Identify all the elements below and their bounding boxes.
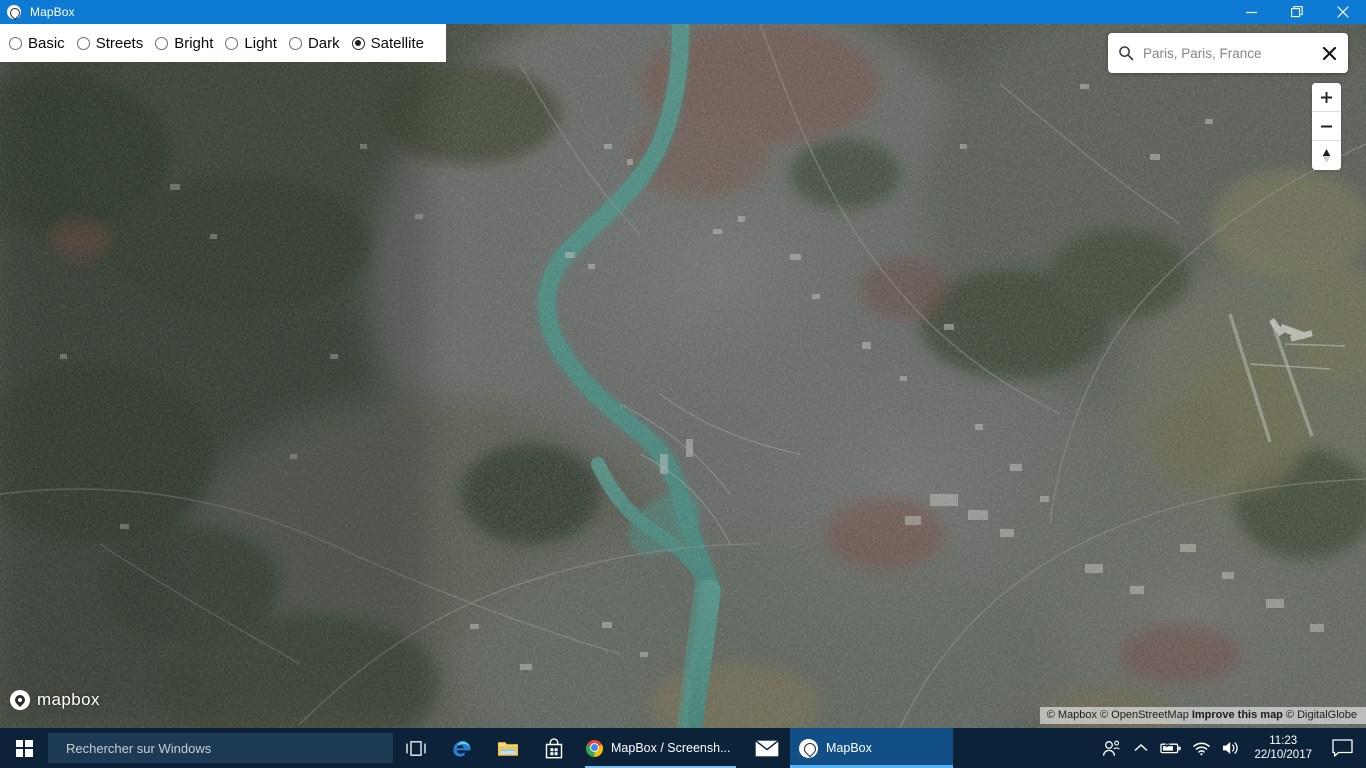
compass-reset-bearing-button[interactable] <box>1312 141 1341 170</box>
style-option-bright[interactable]: Bright <box>155 35 213 52</box>
map-canvas[interactable]: mapbox © Mapbox © OpenStreetMap Improve th… <box>0 24 1366 728</box>
windows-logo-icon <box>15 739 33 757</box>
task-view-button[interactable] <box>393 728 439 768</box>
taskbar-mapbox-label: MapBox <box>826 741 872 755</box>
volume-icon[interactable] <box>1216 728 1246 768</box>
window-titlebar: MapBox <box>0 0 1366 24</box>
close-button[interactable] <box>1320 0 1366 24</box>
mapbox-app-icon <box>799 738 818 758</box>
start-button[interactable] <box>0 728 48 768</box>
radio-satellite[interactable] <box>351 36 365 50</box>
minus-icon <box>1321 125 1332 127</box>
chevron-up-icon <box>1134 744 1148 752</box>
microsoft-edge-button[interactable] <box>439 728 485 768</box>
file-explorer-button[interactable] <box>485 728 531 768</box>
attribution-mapbox[interactable]: © Mapbox <box>1047 709 1097 721</box>
style-label-dark: Dark <box>307 34 340 52</box>
microsoft-store-button[interactable] <box>531 728 577 768</box>
style-option-dark[interactable]: Dark <box>288 34 340 52</box>
attribution-provider[interactable]: © DigitalGlobe <box>1286 709 1357 721</box>
radio-bright[interactable] <box>155 36 169 50</box>
zoom-in-button[interactable] <box>1312 83 1341 112</box>
clock-date: 22/10/2017 <box>1254 749 1312 761</box>
task-view-icon <box>406 740 426 756</box>
style-label-light: Light <box>244 34 277 52</box>
search-icon <box>1119 46 1134 61</box>
windows-taskbar: Rechercher sur Windows MapBox / Screensh… <box>0 728 1366 768</box>
windows-search-box[interactable]: Rechercher sur Windows <box>48 733 393 763</box>
style-option-satellite[interactable]: Satellite <box>351 34 424 52</box>
style-label-satellite: Satellite <box>370 34 424 52</box>
zoom-out-button[interactable] <box>1312 112 1341 141</box>
geocoder-search-box[interactable] <box>1108 33 1348 73</box>
windows-search-placeholder: Rechercher sur Windows <box>66 740 212 756</box>
mail-icon <box>755 739 779 756</box>
map-navigation-control <box>1312 83 1341 170</box>
mail-button[interactable] <box>744 728 790 768</box>
attribution-bar: © Mapbox © OpenStreetMap Improve this map ©… <box>1039 707 1366 724</box>
edge-icon <box>453 741 471 757</box>
taskbar-chrome-label: MapBox / Screensh... <box>611 741 731 755</box>
satellite-imagery <box>0 24 1366 728</box>
clear-search-icon[interactable] <box>1320 44 1338 62</box>
radio-dark[interactable] <box>288 36 302 50</box>
folder-icon <box>498 741 518 756</box>
notification-icon <box>1331 739 1353 757</box>
clock-time: 11:23 <box>1269 735 1298 747</box>
battery-icon[interactable] <box>1156 728 1186 768</box>
radio-basic[interactable] <box>9 36 22 50</box>
plus-icon <box>1321 91 1332 103</box>
radio-light[interactable] <box>225 36 239 50</box>
radio-streets[interactable] <box>76 36 90 50</box>
style-label-basic: Basic <box>28 34 65 52</box>
people-icon[interactable] <box>1096 728 1126 768</box>
style-option-basic[interactable]: Basic <box>9 35 65 52</box>
style-option-streets[interactable]: Streets <box>76 34 144 52</box>
mapbox-logo[interactable]: mapbox <box>10 690 100 710</box>
minimize-button[interactable] <box>1228 0 1274 24</box>
desktop: MapBox mapbox © Mapbox © OpenStreetMap I… <box>0 0 1366 768</box>
mapbox-pin-icon <box>7 5 21 19</box>
maximize-restore-button[interactable] <box>1274 0 1320 24</box>
store-bag-icon <box>545 737 563 758</box>
attribution-osm[interactable]: © OpenStreetMap <box>1100 709 1189 721</box>
show-hidden-icons-button[interactable] <box>1126 728 1156 768</box>
mapbox-wordmark: mapbox <box>37 690 100 709</box>
window-controls <box>1228 0 1366 24</box>
style-switcher: Basic Streets Bright Light Dark Satellit… <box>0 24 446 62</box>
action-center-button[interactable] <box>1324 728 1360 768</box>
compass-icon <box>1322 148 1331 163</box>
taskbar-item-mapbox[interactable]: MapBox <box>790 728 953 768</box>
wifi-icon[interactable] <box>1186 728 1216 768</box>
chrome-icon <box>586 739 603 757</box>
style-label-bright: Bright <box>174 34 214 52</box>
improve-this-map-link[interactable]: Improve this map <box>1192 709 1283 721</box>
taskbar-item-chrome[interactable]: MapBox / Screensh... <box>577 728 744 768</box>
search-input[interactable] <box>1143 45 1320 61</box>
mapbox-mark-icon <box>10 690 30 710</box>
system-tray: 11:23 22/10/2017 <box>1096 728 1366 768</box>
clock[interactable]: 11:23 22/10/2017 <box>1246 728 1324 768</box>
style-label-streets: Streets <box>95 34 144 52</box>
style-option-light[interactable]: Light <box>225 35 277 52</box>
window-title: MapBox <box>30 5 75 19</box>
